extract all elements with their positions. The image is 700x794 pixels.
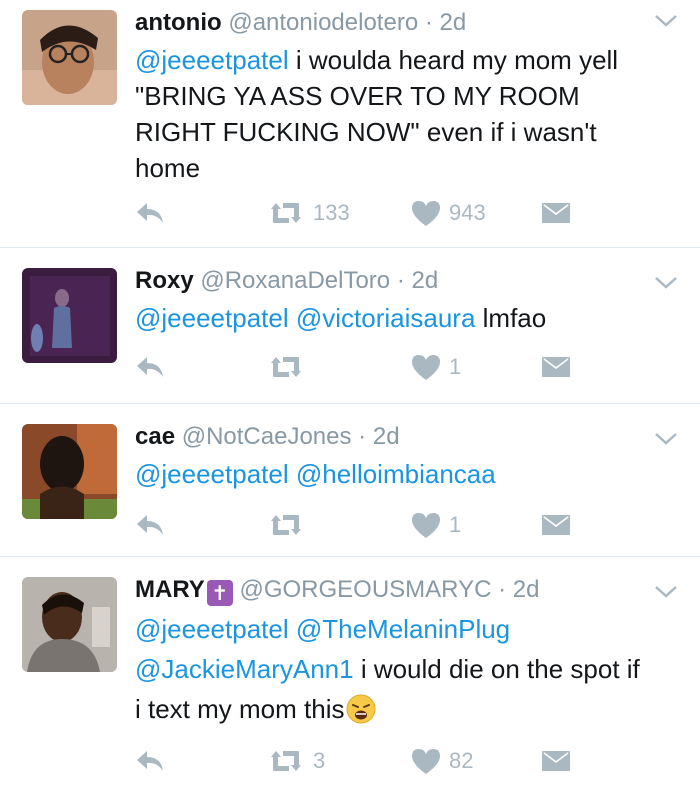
action-bar: 1 — [135, 510, 580, 540]
tweet[interactable]: MARY ✝ @GORGEOUSMARYC · 2d @jeeeetpatel @… — [0, 557, 700, 794]
username[interactable]: @RoxanaDelToro — [200, 267, 390, 294]
tweet-header: MARY ✝ @GORGEOUSMARYC · 2d — [135, 573, 645, 607]
heart-icon — [412, 200, 440, 226]
avatar-image — [22, 10, 117, 105]
dm-button[interactable] — [541, 746, 571, 776]
tweet-text: @jeeeetpatel @victoriaisaura lmfao — [135, 300, 645, 336]
like-button[interactable]: 1 — [411, 510, 461, 540]
like-count: 1 — [449, 354, 462, 379]
separator-dot: · — [424, 9, 433, 36]
display-name[interactable]: cae — [135, 423, 175, 450]
mention-link[interactable]: @helloimbiancaa — [296, 459, 496, 489]
retweet-button[interactable] — [267, 510, 313, 540]
separator-dot: · — [358, 423, 367, 450]
avatar-image — [22, 577, 117, 672]
weary-face-emoji — [346, 694, 376, 724]
action-bar: 1 — [135, 352, 580, 382]
avatar[interactable] — [22, 268, 117, 363]
envelope-icon — [542, 357, 570, 377]
tweet-text: @jeeeetpatel i woulda heard my mom yell … — [135, 42, 645, 186]
mention-link[interactable]: @jeeeetpatel — [135, 303, 289, 333]
reply-icon — [137, 203, 163, 223]
reply-button[interactable] — [135, 510, 165, 540]
display-name[interactable]: MARY — [135, 576, 205, 603]
heart-icon — [412, 748, 440, 774]
display-name[interactable]: Roxy — [135, 267, 194, 294]
tweet-text-segment — [289, 459, 296, 489]
chevron-down-icon[interactable] — [654, 276, 678, 290]
timestamp[interactable]: 2d — [412, 267, 439, 294]
mention-link[interactable]: @JackieMaryAnn1 — [135, 654, 354, 684]
retweet-button[interactable]: 133 — [267, 198, 350, 228]
retweet-icon — [271, 357, 301, 377]
avatar[interactable] — [22, 577, 117, 672]
tweet-text: @jeeeetpatel @helloimbiancaa — [135, 456, 645, 492]
tweet-text-segment — [289, 303, 296, 333]
envelope-icon — [542, 203, 570, 223]
retweet-icon — [271, 203, 301, 223]
cross-emoji: ✝ — [206, 580, 233, 606]
reply-button[interactable] — [135, 198, 165, 228]
avatar-image — [22, 424, 117, 519]
reply-icon — [137, 515, 163, 535]
heart-icon — [412, 354, 440, 380]
mention-link[interactable]: @jeeeetpatel — [135, 614, 289, 644]
retweet-button[interactable] — [267, 352, 313, 382]
retweet-icon — [271, 515, 301, 535]
display-name[interactable]: antonio — [135, 9, 222, 36]
dm-button[interactable] — [541, 352, 571, 382]
like-button[interactable]: 1 — [411, 352, 461, 382]
username[interactable]: @GORGEOUSMARYC — [239, 576, 491, 603]
reply-button[interactable] — [135, 746, 165, 776]
tweet-header: antonio @antoniodelotero · 2d — [135, 6, 645, 40]
mention-link[interactable]: @jeeeetpatel — [135, 459, 289, 489]
tweet-header: Roxy @RoxanaDelToro · 2d — [135, 264, 645, 298]
dm-button[interactable] — [541, 510, 571, 540]
chevron-down-icon[interactable] — [654, 432, 678, 446]
like-button[interactable]: 82 — [411, 746, 473, 776]
dm-button[interactable] — [541, 198, 571, 228]
like-count: 82 — [449, 748, 474, 773]
tweet-text: @jeeeetpatel @TheMelaninPlug @JackieMary… — [135, 609, 645, 729]
avatar-image — [22, 268, 117, 363]
reply-button[interactable] — [135, 352, 165, 382]
retweet-button[interactable]: 3 — [267, 746, 325, 776]
avatar[interactable] — [22, 10, 117, 105]
action-bar: 3 82 — [135, 746, 580, 776]
like-count: 943 — [449, 200, 486, 225]
separator-dot: · — [498, 576, 507, 603]
tweet-text-segment: lmfao — [475, 303, 547, 333]
envelope-icon — [542, 515, 570, 535]
tweet[interactable]: Roxy @RoxanaDelToro · 2d @jeeeetpatel @v… — [0, 248, 700, 404]
like-count: 1 — [449, 512, 462, 537]
heart-icon — [412, 512, 440, 538]
retweet-count: 3 — [313, 748, 326, 773]
reply-icon — [137, 751, 163, 771]
tweet-text-segment — [289, 614, 296, 644]
action-bar: 133 943 — [135, 198, 580, 228]
username[interactable]: @NotCaeJones — [182, 423, 352, 450]
mention-link[interactable]: @jeeeetpatel — [135, 45, 289, 75]
envelope-icon — [542, 751, 570, 771]
reply-icon — [137, 357, 163, 377]
tweet[interactable]: antonio @antoniodelotero · 2d @jeeeetpat… — [0, 0, 700, 248]
separator-dot: · — [396, 267, 405, 294]
tweet-header: cae @NotCaeJones · 2d — [135, 420, 645, 454]
timestamp[interactable]: 2d — [440, 9, 467, 36]
retweet-count: 133 — [313, 200, 350, 225]
username[interactable]: @antoniodelotero — [228, 9, 418, 36]
timestamp[interactable]: 2d — [513, 576, 540, 603]
chevron-down-icon[interactable] — [654, 585, 678, 599]
tweet[interactable]: cae @NotCaeJones · 2d @jeeeetpatel @hell… — [0, 404, 700, 557]
timestamp[interactable]: 2d — [373, 423, 400, 450]
chevron-down-icon[interactable] — [654, 14, 678, 28]
retweet-icon — [271, 751, 301, 771]
mention-link[interactable]: @TheMelaninPlug — [296, 614, 510, 644]
avatar[interactable] — [22, 424, 117, 519]
like-button[interactable]: 943 — [411, 198, 486, 228]
mention-link[interactable]: @victoriaisaura — [296, 303, 476, 333]
